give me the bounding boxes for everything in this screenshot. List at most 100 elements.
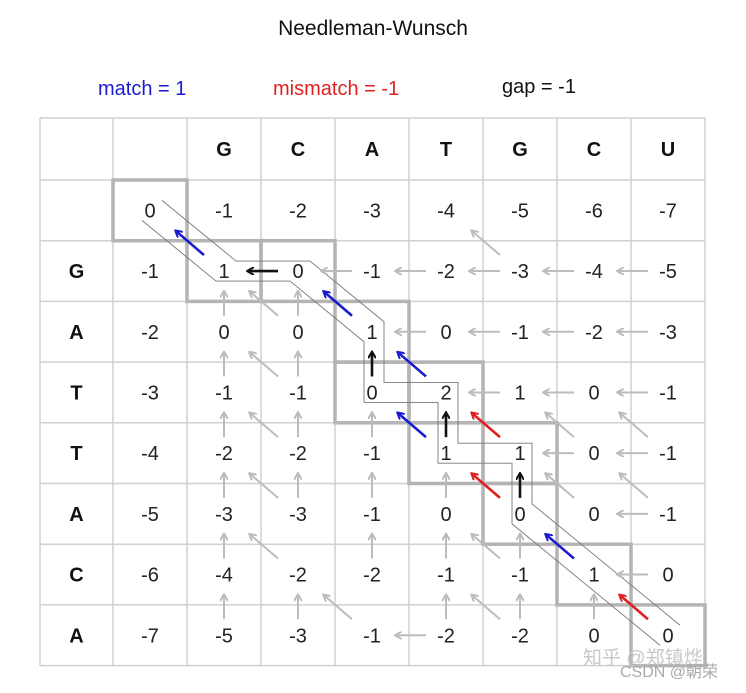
score-cell: 0 [440,322,451,344]
score-cell: -2 [289,200,307,222]
score-cell: 0 [588,504,599,526]
left-sequence-letter: A [69,625,83,647]
score-cell: -4 [215,565,233,587]
top-sequence-letter: U [661,139,675,161]
score-cell: -1 [363,504,381,526]
left-sequence-letter: A [69,322,83,344]
score-cell: -1 [437,565,455,587]
score-cell: 0 [588,443,599,465]
score-cell: 0 [588,382,599,404]
score-cell: 1 [366,322,377,344]
mismatch-diag-arrow-icon [472,474,501,499]
score-cell: -4 [141,443,159,465]
score-cell: 0 [144,200,155,222]
pointer-diag-arrow-icon [250,292,279,317]
score-cell: -2 [511,625,529,647]
score-cell: 0 [662,565,673,587]
left-sequence-letter: T [70,443,82,465]
score-cell: -6 [141,565,159,587]
watermark-csdn: CSDN @朝荣 [620,663,718,681]
score-cell: -7 [141,625,159,647]
score-cell: -3 [289,625,307,647]
score-values: G C A T G C U G A T T A C A 0 -1 -2 -3 -4 -5 -6 -7 -1 1 0 -1 -2 -3 -… [69,139,677,647]
pointer-diag-arrow-icon [250,352,279,378]
score-cell: 0 [440,504,451,526]
left-sequence-letter: T [70,382,82,404]
score-cell: -1 [363,625,381,647]
legend-gap: gap = -1 [502,76,576,98]
score-cell: 0 [292,322,303,344]
score-cell: -5 [215,625,233,647]
score-cell: -3 [363,200,381,222]
score-cell: -4 [585,261,603,283]
score-cell: -1 [289,382,307,404]
score-cell: 0 [588,625,599,647]
score-cell: 0 [218,322,229,344]
pointer-diag-arrow-icon [250,474,279,499]
top-sequence-letter: G [216,139,232,161]
score-cell: -3 [141,382,159,404]
top-sequence-letter: G [512,139,528,161]
top-sequence-letter: C [587,139,601,161]
score-cell: -2 [363,565,381,587]
top-sequence-letter: T [440,139,452,161]
pointer-arrows [176,231,649,635]
left-sequence-letter: G [69,261,85,283]
match-diag-arrow-icon [398,413,427,439]
pointer-diag-arrow-icon [620,474,649,499]
score-cell: -1 [659,382,677,404]
score-cell: -1 [141,261,159,283]
mismatch-diag-arrow-icon [472,413,501,439]
score-cell: -2 [141,322,159,344]
score-cell: -3 [215,504,233,526]
score-cell: 2 [440,382,451,404]
score-cell: -2 [437,625,455,647]
score-cell: 0 [662,625,673,647]
score-cell: -5 [511,200,529,222]
pointer-diag-arrow-icon [250,413,279,438]
score-cell: -1 [511,565,529,587]
score-cell: -1 [215,200,233,222]
score-cell: -7 [659,200,677,222]
score-cell: 0 [514,504,525,526]
pointer-diag-arrow-icon [472,595,501,621]
score-cell: 1 [514,382,525,404]
score-cell: 1 [440,443,451,465]
top-sequence-letter: C [291,139,305,161]
pointer-diag-arrow-icon [250,535,279,560]
score-cell: -2 [437,261,455,283]
score-cell: -1 [215,382,233,404]
pointer-diag-arrow-icon [546,413,575,438]
score-cell: -4 [437,200,455,222]
left-sequence-letter: C [69,565,83,587]
score-cell: -2 [289,443,307,465]
left-sequence-letter: A [69,504,83,526]
score-cell: 1 [588,565,599,587]
pointer-diag-arrow-icon [324,595,353,621]
score-cell: -1 [511,322,529,344]
diagram-title: Needleman-Wunsch [278,17,468,40]
score-cell: 0 [292,261,303,283]
score-cell: 1 [218,261,229,283]
score-cell: -3 [511,261,529,283]
score-cell: -5 [141,504,159,526]
top-sequence-letter: A [365,139,379,161]
legend-match: match = 1 [98,78,186,100]
score-cell: -6 [585,200,603,222]
pointer-diag-arrow-icon [620,413,649,438]
score-cell: -1 [659,504,677,526]
pointer-diag-arrow-icon [546,474,575,499]
score-cell: -2 [215,443,233,465]
score-cell: -1 [363,261,381,283]
score-cell: -5 [659,261,677,283]
score-cell: -2 [289,565,307,587]
score-cell: -3 [289,504,307,526]
needleman-wunsch-diagram: Needleman-Wunsch match = 1 mismatch = -1… [39,17,718,681]
pointer-diag-arrow-icon [472,535,501,560]
legend-mismatch: mismatch = -1 [273,78,399,100]
match-diag-arrow-icon [398,352,427,378]
score-cell: -1 [659,443,677,465]
pointer-diag-arrow-icon [472,231,501,256]
score-cell: 0 [366,382,377,404]
score-cell: 1 [514,443,525,465]
